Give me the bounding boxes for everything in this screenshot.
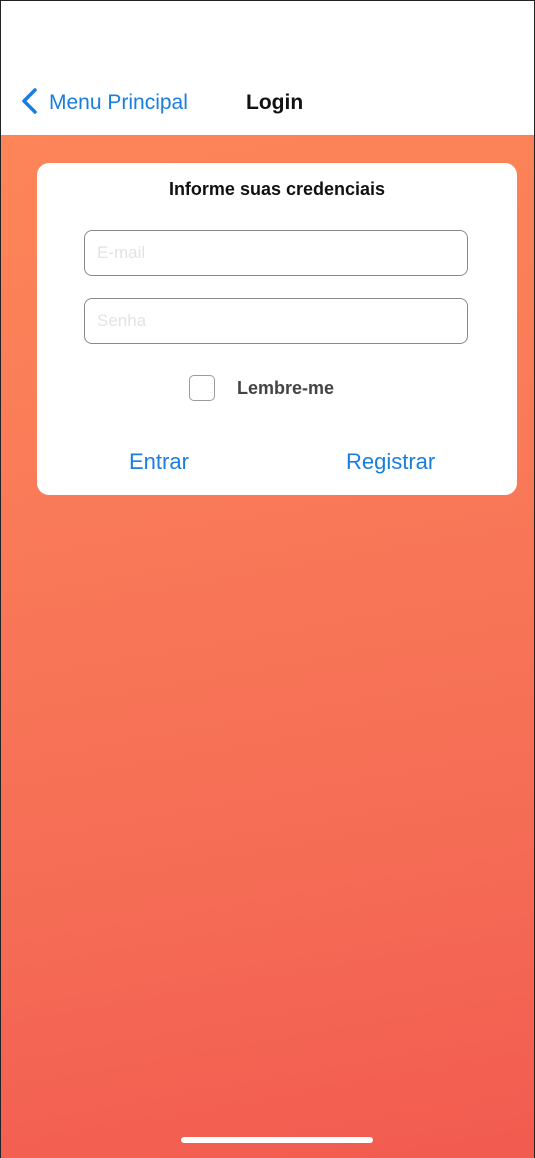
remember-me-row: Lembre-me xyxy=(189,375,334,401)
remember-me-checkbox[interactable] xyxy=(189,375,215,401)
email-field[interactable] xyxy=(84,230,468,276)
register-button[interactable]: Registrar xyxy=(346,449,435,475)
remember-me-label: Lembre-me xyxy=(237,377,335,398)
content-background: Informe suas credenciais Lembre-me Entra… xyxy=(1,135,534,1158)
login-card: Informe suas credenciais Lembre-me Entra… xyxy=(37,163,517,495)
card-title: Informe suas credenciais xyxy=(168,179,386,199)
page-title: Login xyxy=(246,91,304,114)
app-screen: Menu Principal Login Informe suas creden… xyxy=(0,0,535,1158)
enter-button[interactable]: Entrar xyxy=(129,449,189,475)
status-bar xyxy=(1,1,534,71)
back-button[interactable]: Menu Principal xyxy=(19,87,188,119)
navigation-bar: Menu Principal Login xyxy=(1,71,534,135)
password-field[interactable] xyxy=(84,298,468,344)
back-button-label: Menu Principal xyxy=(49,91,188,114)
home-indicator[interactable] xyxy=(181,1137,373,1143)
chevron-left-icon xyxy=(19,87,41,120)
